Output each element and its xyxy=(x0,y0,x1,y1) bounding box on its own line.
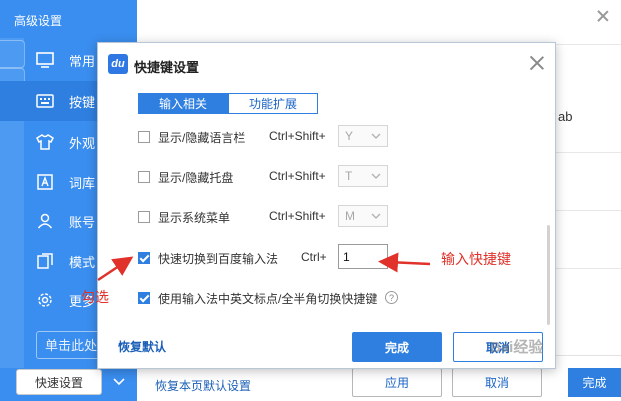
baidu-logo-icon: du xyxy=(108,54,128,74)
gear-icon xyxy=(36,291,54,309)
close-icon[interactable] xyxy=(597,10,609,22)
sidebar-item-label: 模式 xyxy=(69,254,96,270)
layers-icon xyxy=(36,252,54,270)
scrollbar[interactable] xyxy=(547,225,550,325)
modifier-label: Ctrl+Shift+ xyxy=(269,129,326,143)
row-label: 显示系统菜单 xyxy=(158,211,231,225)
divider xyxy=(550,268,621,269)
modifier-label: Ctrl+Shift+ xyxy=(269,169,326,183)
shortcut-key-value: 1 xyxy=(343,250,350,264)
sidebar-item-label: 账号 xyxy=(69,214,96,230)
divider xyxy=(550,152,621,153)
key-select[interactable]: M xyxy=(338,205,388,227)
modifier-label: Ctrl+Shift+ xyxy=(269,209,326,223)
done-button[interactable]: 完成 xyxy=(568,368,621,397)
annotation-check-note: 勾选 xyxy=(81,289,109,305)
dictionary-icon xyxy=(36,173,54,191)
sidebar-item-label: 词库 xyxy=(69,175,96,191)
cancel-button[interactable]: 取消 xyxy=(452,368,542,397)
row-label: 使用输入法中英文标点/全半角切换快捷键 xyxy=(158,292,378,306)
divider xyxy=(550,210,621,211)
apply-button[interactable]: 应用 xyxy=(352,368,442,397)
divider xyxy=(550,44,621,45)
restore-page-defaults-link[interactable]: 恢复本页默认设置 xyxy=(155,377,251,394)
help-icon[interactable]: ? xyxy=(385,291,398,304)
row-label: 显示/隐藏托盘 xyxy=(158,171,234,185)
content-partial-text: ab xyxy=(558,109,573,124)
monitor-icon xyxy=(36,51,54,69)
dialog-title: 快捷键设置 xyxy=(134,60,200,75)
switch-to-baidu-checkbox[interactable] xyxy=(138,252,150,264)
window-title: 高级设置 xyxy=(14,14,63,28)
shortcut-settings-dialog: du 快捷键设置 输入相关 功能扩展 显示/隐藏语言栏 Ctrl+Shift+ … xyxy=(97,42,556,369)
key-select[interactable]: Y xyxy=(338,125,388,147)
system-menu-checkbox[interactable] xyxy=(138,211,150,223)
key-select-value: T xyxy=(345,169,353,183)
language-bar-checkbox[interactable] xyxy=(138,131,150,143)
tab-feature-extensions[interactable]: 功能扩展 xyxy=(228,93,318,114)
watermark: Bai经验 xyxy=(490,339,544,356)
chevron-down-icon xyxy=(371,173,381,179)
key-select[interactable]: T xyxy=(338,165,388,187)
modifier-label: Ctrl+ xyxy=(301,250,327,264)
dialog-done-button[interactable]: 完成 xyxy=(352,332,442,362)
restore-defaults-link[interactable]: 恢复默认 xyxy=(118,338,166,355)
sidebar-item-label: 常用 xyxy=(69,53,96,69)
shirt-icon xyxy=(36,133,54,151)
tray-checkbox[interactable] xyxy=(138,171,150,183)
sidebar-item-label: 按键 xyxy=(69,94,96,110)
key-select-value: Y xyxy=(345,129,354,143)
quick-settings-button[interactable]: 快速设置 xyxy=(16,369,102,395)
keyboard-icon xyxy=(36,92,54,110)
shortcut-key-input[interactable]: 1 xyxy=(338,244,388,269)
close-icon[interactable] xyxy=(530,56,544,70)
sidebar-item-label: 外观 xyxy=(69,135,96,151)
row-label: 快速切换到百度输入法 xyxy=(158,252,279,266)
annotation-input-note: 输入快捷键 xyxy=(441,251,511,267)
chevron-down-icon xyxy=(371,133,381,139)
key-select-value: M xyxy=(345,209,355,223)
user-icon xyxy=(36,212,54,230)
tab-input-related[interactable]: 输入相关 xyxy=(138,93,228,114)
row-label: 显示/隐藏语言栏 xyxy=(158,131,246,145)
chevron-down-icon xyxy=(371,213,381,219)
chevron-down-icon[interactable] xyxy=(110,373,128,391)
punctuation-toggle-checkbox[interactable] xyxy=(138,292,150,304)
